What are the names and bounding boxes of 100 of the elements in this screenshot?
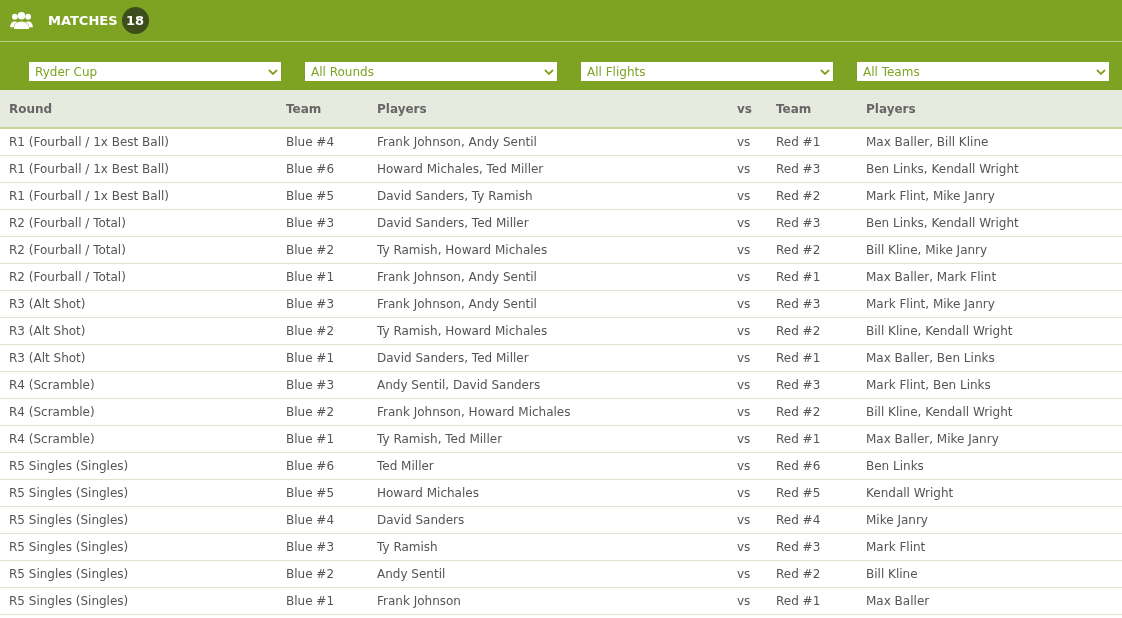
table-cell-text: Max Baller, Mark Flint [865,270,998,284]
table-cell-text: Blue #2 [285,405,336,419]
table-cell-text: Red #5 [775,486,822,500]
table-cell-text: Red #1 [775,351,822,365]
table-cell-text: Red #3 [775,378,822,392]
count-badge: 18 [121,7,149,34]
table-cell-text: Ted Miller [376,459,435,473]
table-cell-text: David Sanders, Ted Miller [376,216,530,230]
table-cell-text: vs [736,432,752,446]
table-cell-text: vs [736,162,752,176]
people-icon [10,11,33,30]
table-cell-text: vs [736,351,752,365]
column-header[interactable]: Players [368,101,728,116]
table-cell-text: R5 Singles (Singles) [8,459,130,473]
table-cell-text: vs [736,513,752,527]
table-cell-text: Blue #1 [285,432,336,446]
table-cell-text: vs [736,270,752,284]
table-cell-text: vs [736,297,752,311]
table-cell-text: Mark Flint, Ben Links [865,378,992,392]
table-cell-text: R5 Singles (Singles) [8,567,130,581]
filter-dropdown[interactable]: Ryder Cup [29,62,281,81]
table-cell-text: Red #2 [775,324,822,338]
column-header[interactable]: Players [857,101,1122,116]
filter-dropdown[interactable]: All Rounds [305,62,557,81]
table-cell-text: vs [736,594,752,608]
table-cell-text: David Sanders, Ted Miller [376,351,530,365]
table-cell-text: Blue #4 [285,513,336,527]
table-cell-text: vs [736,216,752,230]
table-cell-text: Andy Sentil [376,567,447,581]
table-cell-text: vs [736,405,752,419]
table-cell-text: Mark Flint, Mike Janry [865,297,996,311]
table-cell-text: Red #1 [775,135,822,149]
filter-dropdown[interactable]: All Flights [581,62,833,81]
table-cell-text: vs [736,378,752,392]
table-cell-text: R3 (Alt Shot) [8,297,87,311]
table-cell-text: R4 (Scramble) [8,405,96,419]
table-cell-text: Max Baller, Bill Kline [865,135,990,149]
column-header[interactable]: Round [0,101,277,116]
table-cell-text: R1 (Fourball / 1x Best Ball) [8,162,170,176]
table-cell-text: Blue #2 [285,324,336,338]
table-cell-text: Andy Sentil, David Sanders [376,378,542,392]
table-cell-text: Blue #6 [285,162,336,176]
table-cell-text: R5 Singles (Singles) [8,513,130,527]
table-cell-text: Red #2 [775,405,822,419]
table-cell-text: R4 (Scramble) [8,378,96,392]
table-cell-text: Frank Johnson, Howard Michales [376,405,572,419]
table-cell-text: vs [736,540,752,554]
table-cell-text: vs [736,486,752,500]
table-cell-text: Blue #3 [285,540,336,554]
table-cell-text: Blue #1 [285,351,336,365]
table-cell-text: Bill Kline, Kendall Wright [865,405,1014,419]
table-cell-text: Blue #1 [285,270,336,284]
column-header[interactable]: vs [728,101,767,116]
table-cell-text: R5 Singles (Singles) [8,594,130,608]
column-header[interactable]: Team [767,101,857,116]
table-cell-text: Blue #2 [285,567,336,581]
table-cell-text: Mike Janry [865,513,929,527]
table-cell-text: Bill Kline, Kendall Wright [865,324,1014,338]
table-cell-text: Howard Michales, Ted Miller [376,162,545,176]
section-title: MATCHES [48,13,118,28]
table-cell-text: Max Baller, Mike Janry [865,432,1000,446]
table-cell-text: Frank Johnson, Andy Sentil [376,270,538,284]
table-cell-text: Mark Flint [865,540,927,554]
table-cell-text: R2 (Fourball / Total) [8,216,127,230]
table-cell-text: vs [736,135,752,149]
table-cell-text: Ben Links [865,459,925,473]
filter-dropdown[interactable]: All Teams [857,62,1109,81]
table-cell-text: Blue #4 [285,135,336,149]
table-cell-text: Red #2 [775,567,822,581]
table-cell-text: Red #1 [775,270,822,284]
table-cell-text: Max Baller [865,594,931,608]
table-cell-text: Bill Kline [865,567,919,581]
table-cell-text: R2 (Fourball / Total) [8,270,127,284]
table-cell-text: R3 (Alt Shot) [8,351,87,365]
table-cell-text: Frank Johnson [376,594,462,608]
table-cell-text: Blue #2 [285,243,336,257]
table-cell-text: Blue #3 [285,378,336,392]
table-cell-text: Red #3 [775,540,822,554]
table-cell-text: Red #4 [775,513,822,527]
table-cell-text: Blue #6 [285,459,336,473]
chevron-down-icon [820,68,830,75]
table-cell-text: R4 (Scramble) [8,432,96,446]
table-cell-text: Kendall Wright [865,486,955,500]
table-cell-text: Red #3 [775,216,822,230]
table-cell-text: Ty Ramish, Howard Michales [376,324,549,338]
table-cell-text: Red #6 [775,459,822,473]
table-cell-text: R5 Singles (Singles) [8,540,130,554]
table-cell-text: Ben Links, Kendall Wright [865,162,1020,176]
table-cell-text: Frank Johnson, Andy Sentil [376,297,538,311]
table-cell-text: Blue #5 [285,486,336,500]
table-cell-text: Red #3 [775,162,822,176]
column-header[interactable]: Team [277,101,368,116]
table-cell-text: Howard Michales [376,486,480,500]
table-cell-text: Red #1 [775,594,822,608]
table-cell-text: Frank Johnson, Andy Sentil [376,135,538,149]
table-cell-text: R2 (Fourball / Total) [8,243,127,257]
table-cell-text: vs [736,189,752,203]
table-cell-text: Red #2 [775,243,822,257]
table-cell-text: Red #3 [775,297,822,311]
table-cell-text: R1 (Fourball / 1x Best Ball) [8,189,170,203]
